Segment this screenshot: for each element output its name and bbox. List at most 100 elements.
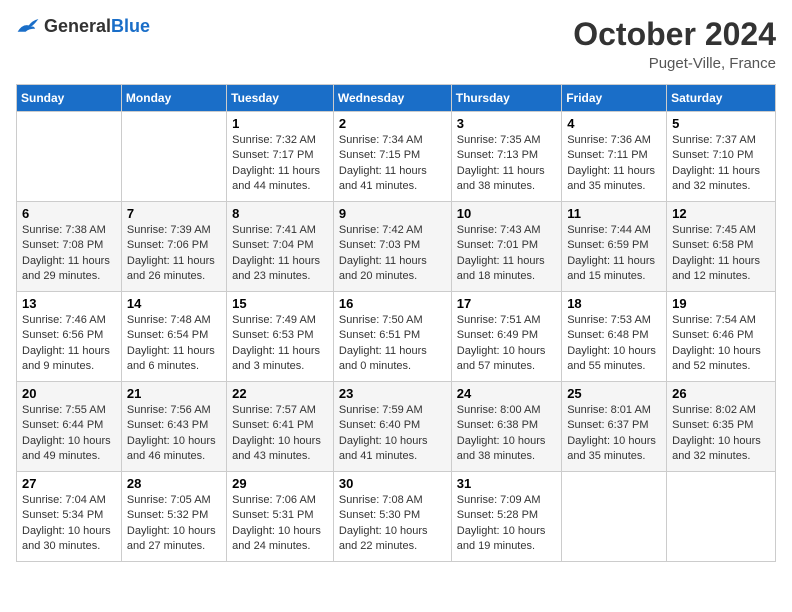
day-number: 29 [232, 476, 328, 491]
day-number: 28 [127, 476, 221, 491]
day-info: Sunrise: 7:32 AMSunset: 7:17 PMDaylight:… [232, 133, 328, 195]
calendar-cell: 31 Sunrise: 7:09 AMSunset: 5:28 PMDayligh… [451, 472, 561, 562]
day-info: Sunrise: 7:43 AMSunset: 7:01 PMDaylight:… [457, 223, 556, 285]
day-number: 12 [672, 206, 770, 221]
calendar-cell: 9 Sunrise: 7:42 AMSunset: 7:03 PMDaylight… [333, 202, 451, 292]
day-number: 24 [457, 386, 556, 401]
title-block: October 2024 Puget-Ville, France [573, 16, 776, 72]
day-number: 21 [127, 386, 221, 401]
day-number: 30 [339, 476, 446, 491]
day-number: 27 [22, 476, 116, 491]
day-info: Sunrise: 8:01 AMSunset: 6:37 PMDaylight:… [567, 403, 661, 465]
calendar-week-row: 1 Sunrise: 7:32 AMSunset: 7:17 PMDaylight… [17, 112, 776, 202]
calendar-header-row: SundayMondayTuesdayWednesdayThursdayFrid… [17, 85, 776, 112]
calendar-cell: 21 Sunrise: 7:56 AMSunset: 6:43 PMDayligh… [121, 382, 226, 472]
day-info: Sunrise: 7:44 AMSunset: 6:59 PMDaylight:… [567, 223, 661, 285]
day-number: 5 [672, 116, 770, 131]
day-info: Sunrise: 7:34 AMSunset: 7:15 PMDaylight:… [339, 133, 446, 195]
calendar-week-row: 13Sunrise: 7:46 AMSunset: 6:56 PMDayligh… [17, 292, 776, 382]
calendar-week-row: 27 Sunrise: 7:04 AMSunset: 5:34 PMDayligh… [17, 472, 776, 562]
day-info: Sunrise: 7:59 AMSunset: 6:40 PMDaylight:… [339, 403, 446, 465]
calendar-cell: 23Sunrise: 7:59 AMSunset: 6:40 PMDayligh… [333, 382, 451, 472]
calendar-week-row: 6Sunrise: 7:38 AMSunset: 7:08 PMDaylight… [17, 202, 776, 292]
day-number: 13 [22, 296, 116, 311]
day-info: Sunrise: 7:36 AMSunset: 7:11 PMDaylight:… [567, 133, 661, 195]
day-info: Sunrise: 7:56 AMSunset: 6:43 PMDaylight:… [127, 403, 221, 465]
day-info: Sunrise: 7:54 AMSunset: 6:46 PMDaylight:… [672, 313, 770, 375]
calendar-cell: 13Sunrise: 7:46 AMSunset: 6:56 PMDayligh… [17, 292, 122, 382]
day-info: Sunrise: 7:57 AMSunset: 6:41 PMDaylight:… [232, 403, 328, 465]
day-info: Sunrise: 7:09 AMSunset: 5:28 PMDaylight:… [457, 493, 556, 555]
calendar-cell [667, 472, 776, 562]
calendar-table: SundayMondayTuesdayWednesdayThursdayFrid… [16, 84, 776, 562]
day-info: Sunrise: 7:48 AMSunset: 6:54 PMDaylight:… [127, 313, 221, 375]
logo-blue: Blue [111, 16, 150, 36]
day-info: Sunrise: 7:38 AMSunset: 7:08 PMDaylight:… [22, 223, 116, 285]
day-number: 9 [339, 206, 446, 221]
logo-general: General [44, 16, 111, 36]
calendar-cell: 25 Sunrise: 8:01 AMSunset: 6:37 PMDayligh… [562, 382, 667, 472]
calendar-cell: 22Sunrise: 7:57 AMSunset: 6:41 PMDayligh… [227, 382, 334, 472]
day-number: 18 [567, 296, 661, 311]
day-info: Sunrise: 7:51 AMSunset: 6:49 PMDaylight:… [457, 313, 556, 375]
calendar-cell: 3Sunrise: 7:35 AMSunset: 7:13 PMDaylight… [451, 112, 561, 202]
day-info: Sunrise: 7:37 AMSunset: 7:10 PMDaylight:… [672, 133, 770, 195]
col-header-saturday: Saturday [667, 85, 776, 112]
col-header-tuesday: Tuesday [227, 85, 334, 112]
calendar-cell: 14 Sunrise: 7:48 AMSunset: 6:54 PMDayligh… [121, 292, 226, 382]
day-number: 7 [127, 206, 221, 221]
calendar-cell: 26 Sunrise: 8:02 AMSunset: 6:35 PMDayligh… [667, 382, 776, 472]
calendar-cell: 10 Sunrise: 7:43 AMSunset: 7:01 PMDayligh… [451, 202, 561, 292]
day-number: 4 [567, 116, 661, 131]
calendar-cell: 19Sunrise: 7:54 AMSunset: 6:46 PMDayligh… [667, 292, 776, 382]
calendar-cell: 8 Sunrise: 7:41 AMSunset: 7:04 PMDaylight… [227, 202, 334, 292]
logo-bird-icon [16, 17, 40, 37]
day-info: Sunrise: 7:06 AMSunset: 5:31 PMDaylight:… [232, 493, 328, 555]
day-info: Sunrise: 7:50 AMSunset: 6:51 PMDaylight:… [339, 313, 446, 375]
page-header: GeneralBlue October 2024 Puget-Ville, Fr… [16, 16, 776, 72]
calendar-cell: 12 Sunrise: 7:45 AMSunset: 6:58 PMDayligh… [667, 202, 776, 292]
calendar-cell: 30 Sunrise: 7:08 AMSunset: 5:30 PMDayligh… [333, 472, 451, 562]
day-info: Sunrise: 8:02 AMSunset: 6:35 PMDaylight:… [672, 403, 770, 465]
day-info: Sunrise: 7:41 AMSunset: 7:04 PMDaylight:… [232, 223, 328, 285]
day-info: Sunrise: 8:00 AMSunset: 6:38 PMDaylight:… [457, 403, 556, 465]
col-header-thursday: Thursday [451, 85, 561, 112]
day-info: Sunrise: 7:35 AMSunset: 7:13 PMDaylight:… [457, 133, 556, 195]
calendar-cell [17, 112, 122, 202]
calendar-cell: 1 Sunrise: 7:32 AMSunset: 7:17 PMDaylight… [227, 112, 334, 202]
day-number: 8 [232, 206, 328, 221]
day-info: Sunrise: 7:39 AMSunset: 7:06 PMDaylight:… [127, 223, 221, 285]
calendar-cell: 20 Sunrise: 7:55 AMSunset: 6:44 PMDayligh… [17, 382, 122, 472]
col-header-friday: Friday [562, 85, 667, 112]
day-number: 26 [672, 386, 770, 401]
day-info: Sunrise: 7:08 AMSunset: 5:30 PMDaylight:… [339, 493, 446, 555]
location-label: Puget-Ville, France [573, 55, 776, 72]
month-title: October 2024 [573, 16, 776, 53]
calendar-cell: 16 Sunrise: 7:50 AMSunset: 6:51 PMDayligh… [333, 292, 451, 382]
logo: GeneralBlue [16, 16, 150, 37]
col-header-wednesday: Wednesday [333, 85, 451, 112]
day-number: 10 [457, 206, 556, 221]
calendar-cell [121, 112, 226, 202]
calendar-cell [562, 472, 667, 562]
day-number: 16 [339, 296, 446, 311]
calendar-cell: 24 Sunrise: 8:00 AMSunset: 6:38 PMDayligh… [451, 382, 561, 472]
day-number: 2 [339, 116, 446, 131]
calendar-week-row: 20 Sunrise: 7:55 AMSunset: 6:44 PMDayligh… [17, 382, 776, 472]
day-info: Sunrise: 7:04 AMSunset: 5:34 PMDaylight:… [22, 493, 116, 555]
day-number: 1 [232, 116, 328, 131]
day-info: Sunrise: 7:49 AMSunset: 6:53 PMDaylight:… [232, 313, 328, 375]
day-info: Sunrise: 7:45 AMSunset: 6:58 PMDaylight:… [672, 223, 770, 285]
calendar-cell: 28 Sunrise: 7:05 AMSunset: 5:32 PMDayligh… [121, 472, 226, 562]
calendar-cell: 2 Sunrise: 7:34 AMSunset: 7:15 PMDaylight… [333, 112, 451, 202]
day-info: Sunrise: 7:05 AMSunset: 5:32 PMDaylight:… [127, 493, 221, 555]
calendar-cell: 4 Sunrise: 7:36 AMSunset: 7:11 PMDaylight… [562, 112, 667, 202]
day-info: Sunrise: 7:42 AMSunset: 7:03 PMDaylight:… [339, 223, 446, 285]
day-number: 25 [567, 386, 661, 401]
col-header-sunday: Sunday [17, 85, 122, 112]
day-info: Sunrise: 7:53 AMSunset: 6:48 PMDaylight:… [567, 313, 661, 375]
day-number: 31 [457, 476, 556, 491]
day-number: 14 [127, 296, 221, 311]
day-info: Sunrise: 7:55 AMSunset: 6:44 PMDaylight:… [22, 403, 116, 465]
day-number: 20 [22, 386, 116, 401]
